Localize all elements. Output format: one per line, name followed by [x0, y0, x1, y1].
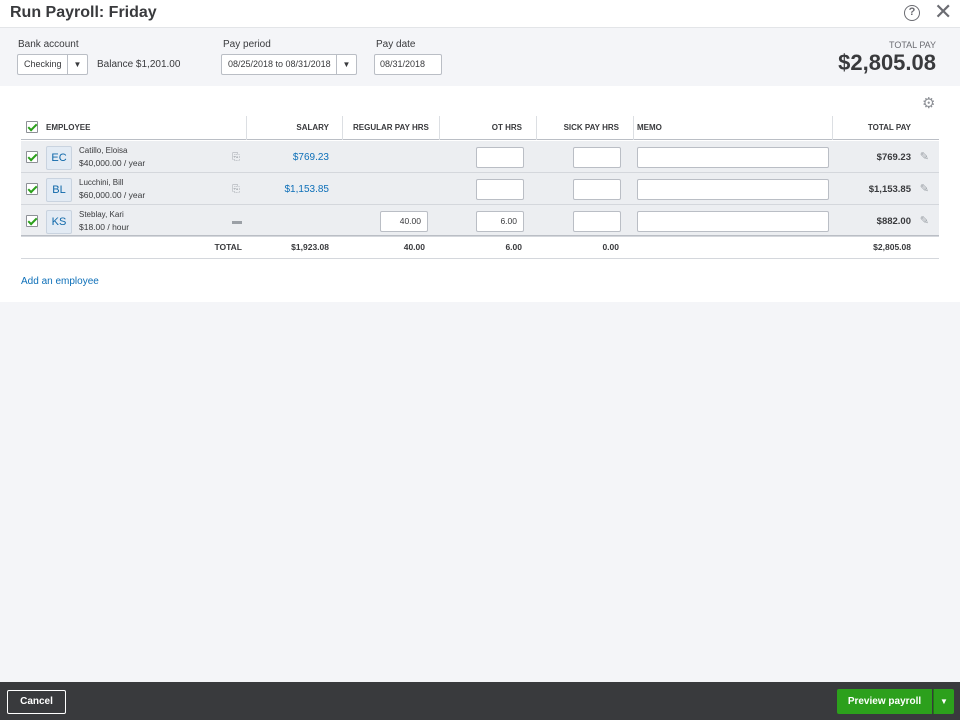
row-total-pay: $769.23 — [876, 152, 911, 163]
page-title: Run Payroll: Friday — [10, 4, 157, 21]
cancel-button[interactable]: Cancel — [7, 690, 66, 714]
pencil-icon[interactable]: ✎ — [920, 214, 929, 227]
memo-input[interactable] — [637, 147, 829, 168]
pay-period-value: 08/25/2018 to 08/31/2018 — [228, 59, 331, 69]
col-employee: EMPLOYEE — [46, 123, 91, 132]
table-header: EMPLOYEE SALARY REGULAR PAY HRS OT HRS S… — [21, 116, 939, 140]
salary-link[interactable]: $1,153.85 — [285, 184, 330, 195]
employee-checkbox[interactable] — [26, 151, 38, 163]
employee-name: Steblay, Kari — [79, 210, 124, 219]
col-ot-hrs: OT HRS — [491, 123, 522, 132]
help-icon[interactable]: ? — [904, 5, 920, 21]
col-sick-pay-hrs: SICK PAY HRS — [563, 123, 619, 132]
preview-payroll-button[interactable]: Preview payroll — [837, 689, 932, 714]
avatar: KS — [46, 210, 72, 234]
add-employee-link[interactable]: Add an employee — [21, 276, 99, 287]
total-salary: $1,923.08 — [291, 242, 329, 252]
employee-name: Catillo, Eloisa — [79, 146, 128, 155]
grand-total-pay: $2,805.08 — [873, 242, 911, 252]
ot-hrs-input[interactable]: 6.00 — [476, 211, 524, 232]
total-regular-hrs: 40.00 — [403, 242, 425, 252]
column-divider — [342, 116, 343, 140]
payroll-content: ⚙ EMPLOYEE SALARY REGULAR PAY HRS OT HRS… — [0, 86, 960, 302]
column-divider — [536, 116, 537, 140]
avatar: EC — [46, 146, 72, 170]
gear-icon[interactable]: ⚙ — [922, 94, 935, 112]
col-salary: SALARY — [296, 123, 329, 132]
table-row: EC Catillo, Eloisa $40,000.00 / year ⎘ $… — [21, 141, 939, 173]
direct-deposit-icon: ⎘ — [232, 184, 240, 195]
regular-hrs-input[interactable]: 40.00 — [380, 211, 428, 232]
select-all-checkbox[interactable] — [26, 121, 38, 133]
employee-checkbox[interactable] — [26, 215, 38, 227]
bank-account-value: Checking — [24, 59, 62, 69]
bank-account-label: Bank account — [18, 39, 79, 50]
pay-date-input[interactable]: 08/31/2018 — [374, 54, 442, 75]
title-bar: Run Payroll: Friday ? ✕ — [0, 0, 960, 28]
col-regular-pay-hrs: REGULAR PAY HRS — [353, 123, 429, 132]
table-row: KS Steblay, Kari $18.00 / hour ▬ 40.00 6… — [21, 205, 939, 237]
column-divider — [439, 116, 440, 140]
sick-hrs-input[interactable] — [573, 179, 621, 200]
bank-account-select[interactable]: Checking ▼ — [17, 54, 88, 75]
table-row: BL Lucchini, Bill $60,000.00 / year ⎘ $1… — [21, 173, 939, 205]
memo-input[interactable] — [637, 211, 829, 232]
paper-check-icon: ▬ — [232, 216, 242, 227]
column-divider — [633, 116, 634, 140]
column-divider — [246, 116, 247, 140]
chevron-down-icon[interactable]: ▼ — [933, 689, 954, 714]
row-total-pay: $1,153.85 — [868, 184, 911, 195]
col-memo: MEMO — [637, 123, 662, 132]
sick-hrs-input[interactable] — [573, 147, 621, 168]
column-divider — [832, 116, 833, 140]
totals-label: TOTAL — [214, 242, 242, 252]
memo-input[interactable] — [637, 179, 829, 200]
pencil-icon[interactable]: ✎ — [920, 150, 929, 163]
bank-balance: Balance $1,201.00 — [97, 59, 181, 70]
footer-bar: Cancel Preview payroll ▼ — [0, 682, 960, 720]
totals-row: TOTAL $1,923.08 40.00 6.00 0.00 $2,805.0… — [21, 235, 939, 259]
ot-hrs-input[interactable] — [476, 179, 524, 200]
payroll-header: Bank account Checking ▼ Balance $1,201.0… — [0, 28, 960, 86]
row-total-pay: $882.00 — [876, 216, 911, 227]
pay-date-label: Pay date — [376, 39, 416, 50]
employee-rate: $18.00 / hour — [79, 222, 130, 232]
total-pay-label: TOTAL PAY — [888, 40, 936, 50]
total-ot-hrs: 6.00 — [505, 242, 522, 252]
total-sick-hrs: 0.00 — [602, 242, 619, 252]
pay-period-label: Pay period — [223, 39, 271, 50]
col-total-pay: TOTAL PAY — [867, 123, 911, 132]
direct-deposit-icon: ⎘ — [232, 152, 240, 163]
total-pay-amount: $2,805.08 — [838, 50, 936, 75]
sick-hrs-input[interactable] — [573, 211, 621, 232]
employee-checkbox[interactable] — [26, 183, 38, 195]
pay-period-select[interactable]: 08/25/2018 to 08/31/2018 ▼ — [221, 54, 357, 75]
employee-rate: $40,000.00 / year — [79, 158, 146, 168]
close-icon[interactable]: ✕ — [934, 1, 952, 23]
pencil-icon[interactable]: ✎ — [920, 182, 929, 195]
salary-link[interactable]: $769.23 — [293, 152, 329, 163]
chevron-down-icon[interactable]: ▼ — [67, 55, 87, 74]
chevron-down-icon[interactable]: ▼ — [336, 55, 356, 74]
avatar: BL — [46, 178, 72, 202]
employee-rate: $60,000.00 / year — [79, 190, 146, 200]
ot-hrs-input[interactable] — [476, 147, 524, 168]
employee-name: Lucchini, Bill — [79, 178, 124, 187]
